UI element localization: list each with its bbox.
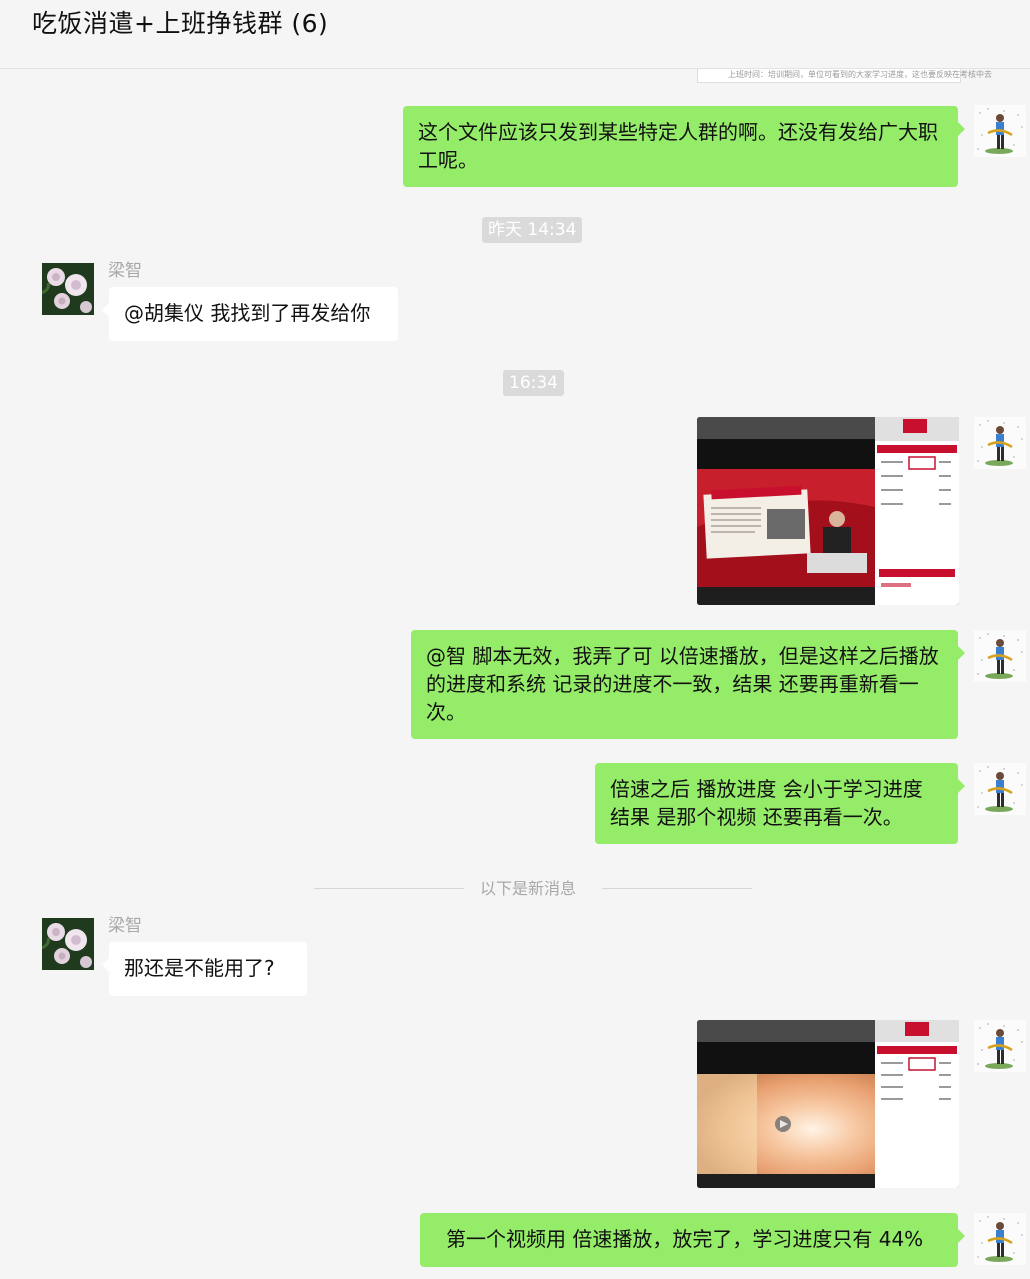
message-text: 倍速之后 播放进度 会小于学习进度 结果 是那个视频 还要再看一次。 [610,777,923,829]
more-dots-icon[interactable]: ⋯ [986,0,1002,7]
avatar-figure-icon [974,105,1026,157]
message-text: @胡集仪 我找到了再发给你 [124,301,371,325]
chat-title[interactable]: 吃饭消遣+上班挣钱群 (6) [32,4,328,40]
sender-name: 梁智 [108,916,142,936]
new-messages-divider: 以下是新消息 [480,879,577,898]
avatar-figure-icon [974,417,1026,469]
message-text: 那还是不能用了? [124,956,275,980]
avatar-figure-icon [974,1213,1026,1265]
my-avatar[interactable] [974,630,1026,682]
avatar-figure-icon [974,763,1026,815]
message-bubble-incoming[interactable]: @胡集仪 我找到了再发给你 [102,287,398,341]
message-bubble-outgoing[interactable]: @智 脚本无效，我弄了可 以倍速播放，但是这样之后播放的进度和系统 记录的进度不… [411,630,965,739]
avatar-roses-icon [42,918,94,970]
message-text: 第一个视频用 倍速播放，放完了，学习进度只有 44% [446,1227,924,1251]
my-avatar[interactable] [974,1020,1026,1072]
chat-header: 吃饭消遣+上班挣钱群 (6) ⋯ [0,0,1030,69]
message-bubble-incoming[interactable]: 那还是不能用了? [102,942,307,996]
image-message-video-screenshot-2[interactable] [697,1020,959,1188]
video-player-screenshot-image [697,417,959,605]
avatar-figure-icon [974,1020,1026,1072]
timestamp: 昨天 14:34 [482,217,583,243]
sender-name: 梁智 [108,261,142,281]
message-text: 这个文件应该只发到某些特定人群的啊。还没有发给广大职工呢。 [418,120,938,172]
contact-avatar[interactable] [42,918,94,970]
message-text: @智 脚本无效，我弄了可 以倍速播放，但是这样之后播放的进度和系统 记录的进度不… [426,644,939,724]
preview-caption: 上班时间：培训期间，单位可看到的大家学习进度，这也要反映在考核中去 [728,70,992,79]
video-player-screenshot-image [697,1020,959,1188]
my-avatar[interactable] [974,417,1026,469]
message-bubble-outgoing[interactable]: 倍速之后 播放进度 会小于学习进度 结果 是那个视频 还要再看一次。 [595,763,965,844]
divider-line-left [314,888,464,889]
avatar-figure-icon [974,630,1026,682]
my-avatar[interactable] [974,763,1026,815]
timestamp: 16:34 [503,370,564,396]
message-bubble-outgoing[interactable]: 第一个视频用 倍速播放，放完了，学习进度只有 44% [420,1213,965,1267]
contact-avatar[interactable] [42,263,94,315]
divider-line-right [602,888,752,889]
message-bubble-outgoing[interactable]: 这个文件应该只发到某些特定人群的啊。还没有发给广大职工呢。 [403,106,965,187]
my-avatar[interactable] [974,105,1026,157]
avatar-roses-icon [42,263,94,315]
my-avatar[interactable] [974,1213,1026,1265]
image-message-video-screenshot-1[interactable] [697,417,959,605]
